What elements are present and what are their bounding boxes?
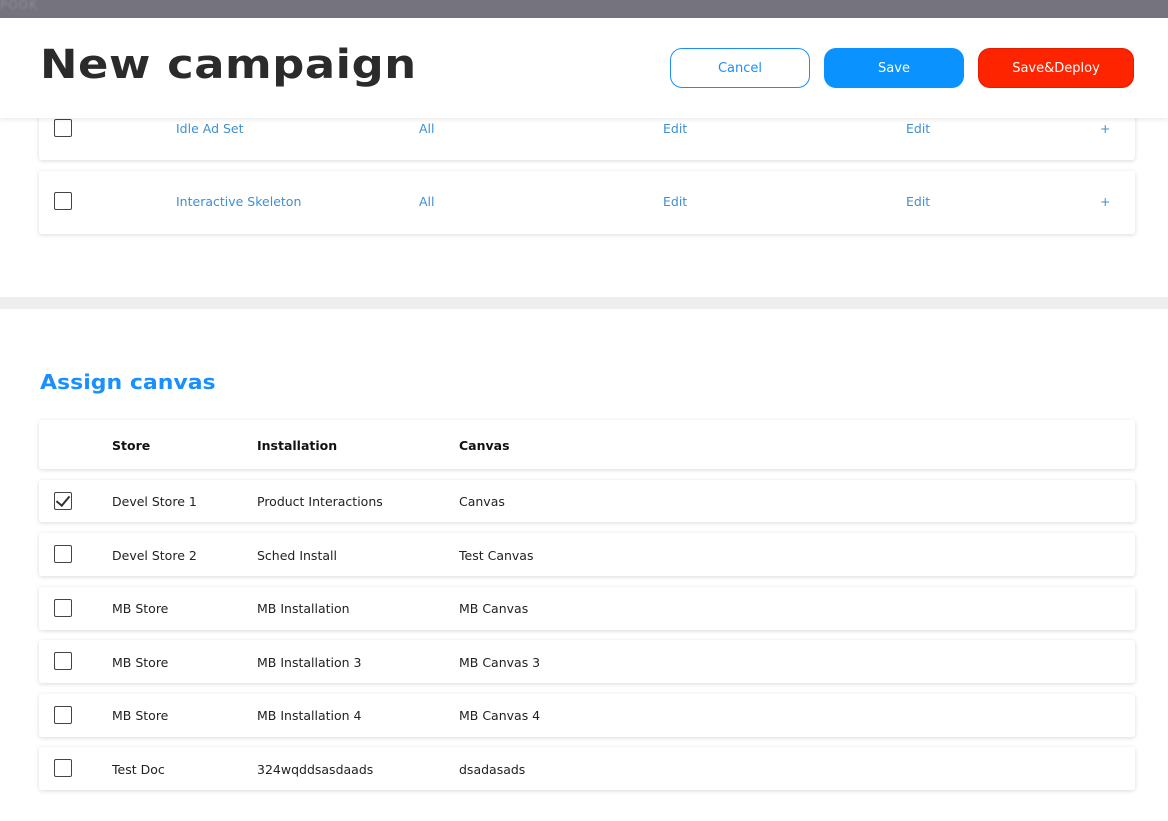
row-checkbox[interactable] [54,652,72,670]
top-bar-text: POOK [0,0,38,12]
table-row[interactable]: MB Store MB Installation MB Canvas [39,587,1135,630]
top-bar: POOK [0,0,1168,18]
row-installation: MB Installation 4 [257,708,362,723]
ad-row: Interactive Skeleton All Edit Edit + [39,171,1135,234]
row-store: MB Store [112,655,169,670]
row-checkbox[interactable] [54,599,72,617]
ad-row-audience[interactable]: All [419,121,435,136]
row-canvas: Canvas [459,494,505,509]
row-canvas: dsadasads [459,762,526,777]
table-row[interactable]: Devel Store 1 Product Interactions Canva… [39,480,1135,522]
table-row[interactable]: MB Store MB Installation 3 MB Canvas 3 [39,640,1135,683]
row-store: MB Store [112,601,169,616]
row-checkbox[interactable] [54,706,72,724]
ad-row-add-button[interactable]: + [1100,194,1110,209]
page-title: New campaign [40,42,417,88]
row-canvas: MB Canvas 4 [459,708,541,723]
ad-row-edit-link[interactable]: Edit [906,121,930,136]
column-header-installation: Installation [257,438,338,453]
row-checkbox[interactable] [54,492,72,510]
ad-row-edit-link[interactable]: Edit [906,194,930,209]
row-installation: Sched Install [257,548,337,563]
ad-row-add-button[interactable]: + [1100,121,1110,136]
ad-row-name[interactable]: Idle Ad Set [176,121,244,136]
row-store: Devel Store 1 [112,494,197,509]
row-store: Devel Store 2 [112,548,197,563]
row-store: MB Store [112,708,169,723]
canvas-table-header: Store Installation Canvas [39,420,1135,469]
ad-row-name[interactable]: Interactive Skeleton [176,194,301,209]
row-installation: MB Installation [257,601,350,616]
row-installation: MB Installation 3 [257,655,362,670]
table-row[interactable]: MB Store MB Installation 4 MB Canvas 4 [39,694,1135,737]
table-row[interactable]: Devel Store 2 Sched Install Test Canvas [39,533,1135,576]
row-store: Test Doc [112,762,165,777]
assign-canvas-title: Assign canvas [40,370,216,394]
ad-row-edit-link[interactable]: Edit [663,121,687,136]
column-header-canvas: Canvas [459,438,510,453]
page-header: New campaign Cancel Save Save&Deploy [0,18,1168,118]
row-checkbox[interactable] [54,759,72,777]
row-installation: 324wqddsasdaads [257,762,374,777]
row-checkbox[interactable] [54,545,72,563]
row-canvas: Test Canvas [459,548,534,563]
ad-row-checkbox[interactable] [54,119,72,137]
ad-row-checkbox[interactable] [54,192,72,210]
save-deploy-button[interactable]: Save&Deploy [978,48,1134,88]
row-canvas: MB Canvas 3 [459,655,541,670]
row-canvas: MB Canvas [459,601,529,616]
save-button[interactable]: Save [824,48,964,88]
ad-row-audience[interactable]: All [419,194,435,209]
column-header-store: Store [112,438,151,453]
cancel-button[interactable]: Cancel [670,48,810,88]
section-divider [0,297,1168,309]
row-installation: Product Interactions [257,494,383,509]
table-row[interactable]: Test Doc 324wqddsasdaads dsadasads [39,747,1135,790]
ad-row-edit-link[interactable]: Edit [663,194,687,209]
